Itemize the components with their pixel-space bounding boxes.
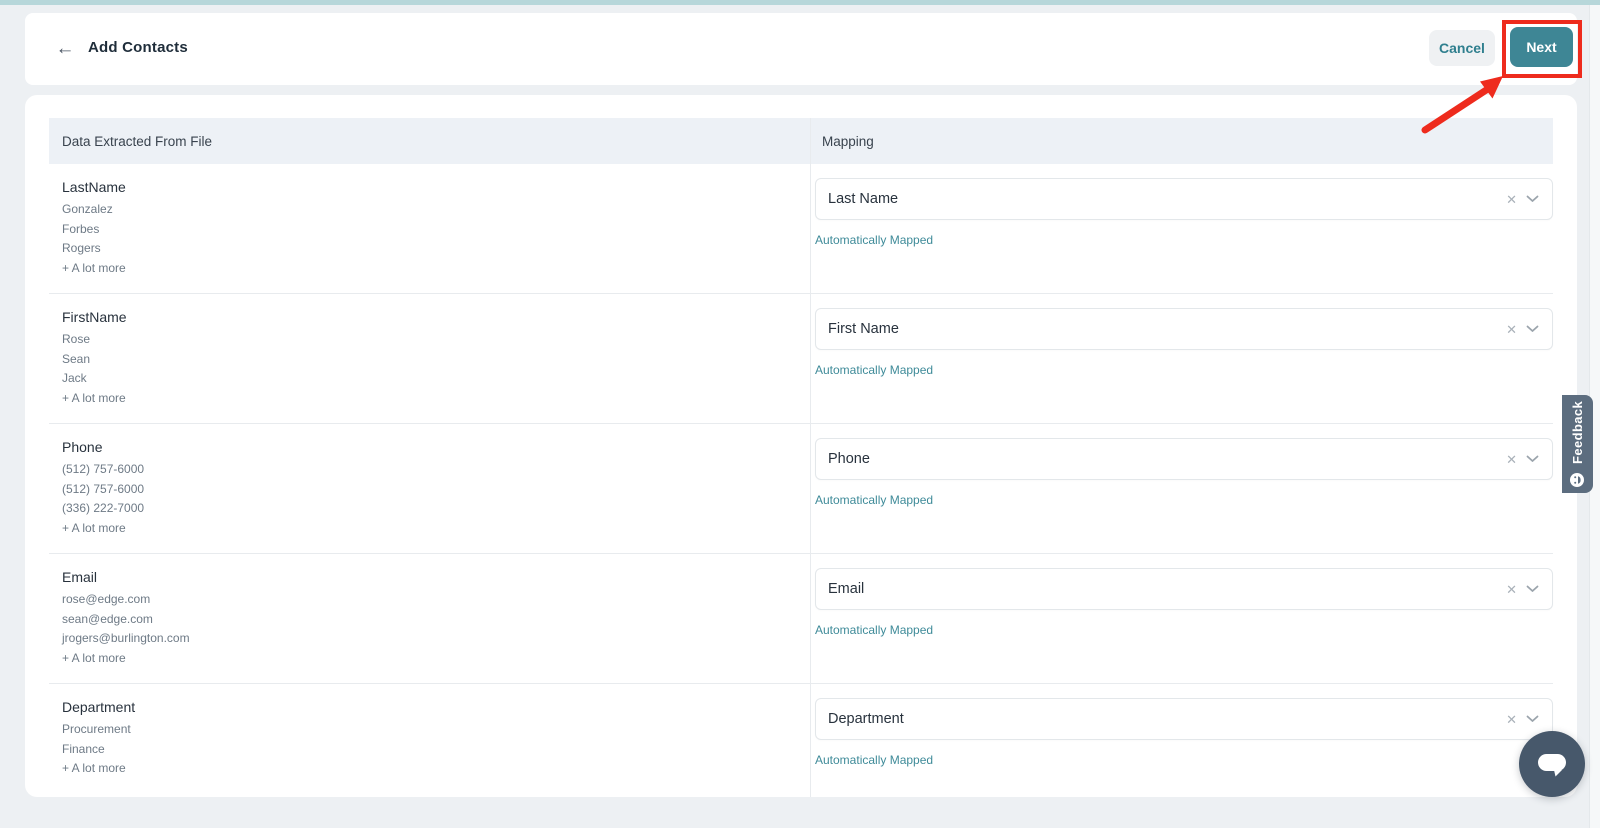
smiley-face-icon	[1570, 472, 1586, 488]
column-header-source: Data Extracted From File	[49, 134, 786, 149]
table-row: Phone (512) 757-6000 (512) 757-6000 (336…	[49, 424, 1553, 554]
sample-value: Forbes	[62, 220, 777, 240]
clear-mapping-icon[interactable]: ✕	[1506, 193, 1517, 206]
mapping-select[interactable]: First Name ✕	[815, 308, 1553, 350]
feedback-tab[interactable]: Feedback	[1562, 395, 1593, 493]
auto-mapped-status: Automatically Mapped	[815, 753, 1553, 767]
chevron-down-icon[interactable]	[1526, 455, 1539, 463]
sample-value: Gonzalez	[62, 200, 777, 220]
back-arrow-icon[interactable]: ←	[51, 35, 79, 63]
sample-value: sean@edge.com	[62, 610, 777, 630]
mapping-select[interactable]: Email ✕	[815, 568, 1553, 610]
show-more-link[interactable]: + A lot more	[62, 759, 777, 779]
mapping-select[interactable]: Department ✕	[815, 698, 1553, 740]
page-title: Add Contacts	[88, 39, 188, 56]
next-button[interactable]: Next	[1510, 27, 1573, 67]
sample-value: rose@edge.com	[62, 590, 777, 610]
mapping-select[interactable]: Phone ✕	[815, 438, 1553, 480]
auto-mapped-status: Automatically Mapped	[815, 623, 1553, 637]
table-row: FirstName Rose Sean Jack + A lot more Fi…	[49, 294, 1553, 424]
top-accent-strip	[0, 0, 1600, 5]
show-more-link[interactable]: + A lot more	[62, 259, 777, 279]
sample-value: Rogers	[62, 239, 777, 259]
mapping-select-value: First Name	[816, 321, 1506, 337]
source-field-name: Department	[62, 697, 777, 718]
sample-value: Sean	[62, 350, 777, 370]
mapping-select-value: Last Name	[816, 191, 1506, 207]
show-more-link[interactable]: + A lot more	[62, 649, 777, 669]
source-field-name: LastName	[62, 177, 777, 198]
mapping-table: Data Extracted From File Mapping LastNam…	[49, 118, 1553, 797]
sample-value: Procurement	[62, 720, 777, 740]
table-row: LastName Gonzalez Forbes Rogers + A lot …	[49, 164, 1553, 294]
cancel-button[interactable]: Cancel	[1429, 30, 1495, 66]
mapping-select-value: Email	[816, 581, 1506, 597]
auto-mapped-status: Automatically Mapped	[815, 363, 1553, 377]
sample-value: (512) 757-6000	[62, 480, 777, 500]
page-header: ← Add Contacts Cancel Next	[25, 13, 1577, 85]
table-header-row: Data Extracted From File Mapping	[49, 118, 1553, 164]
sample-value: (512) 757-6000	[62, 460, 777, 480]
chevron-down-icon[interactable]	[1526, 585, 1539, 593]
sample-value: Jack	[62, 369, 777, 389]
mapping-select[interactable]: Last Name ✕	[815, 178, 1553, 220]
sample-value: jrogers@burlington.com	[62, 629, 777, 649]
sample-value: Rose	[62, 330, 777, 350]
clear-mapping-icon[interactable]: ✕	[1506, 453, 1517, 466]
mapping-select-value: Department	[816, 711, 1506, 727]
show-more-link[interactable]: + A lot more	[62, 389, 777, 409]
chevron-down-icon[interactable]	[1526, 715, 1539, 723]
auto-mapped-status: Automatically Mapped	[815, 233, 1553, 247]
source-field-name: Email	[62, 567, 777, 588]
column-header-mapping: Mapping	[786, 134, 1553, 149]
column-divider	[810, 118, 811, 797]
chat-launcher-button[interactable]	[1519, 731, 1585, 797]
import-mapping-card: Data Extracted From File Mapping LastNam…	[25, 95, 1577, 797]
sample-value: Finance	[62, 740, 777, 760]
clear-mapping-icon[interactable]: ✕	[1506, 713, 1517, 726]
sample-value: (336) 222-7000	[62, 499, 777, 519]
chevron-down-icon[interactable]	[1526, 195, 1539, 203]
chat-bubble-icon	[1535, 749, 1569, 779]
source-field-name: Phone	[62, 437, 777, 458]
clear-mapping-icon[interactable]: ✕	[1506, 323, 1517, 336]
table-row: Email rose@edge.com sean@edge.com jroger…	[49, 554, 1553, 684]
chevron-down-icon[interactable]	[1526, 325, 1539, 333]
mapping-select-value: Phone	[816, 451, 1506, 467]
auto-mapped-status: Automatically Mapped	[815, 493, 1553, 507]
source-field-name: FirstName	[62, 307, 777, 328]
clear-mapping-icon[interactable]: ✕	[1506, 583, 1517, 596]
show-more-link[interactable]: + A lot more	[62, 519, 777, 539]
table-row: Department Procurement Finance + A lot m…	[49, 684, 1553, 797]
feedback-tab-label: Feedback	[1570, 400, 1585, 463]
